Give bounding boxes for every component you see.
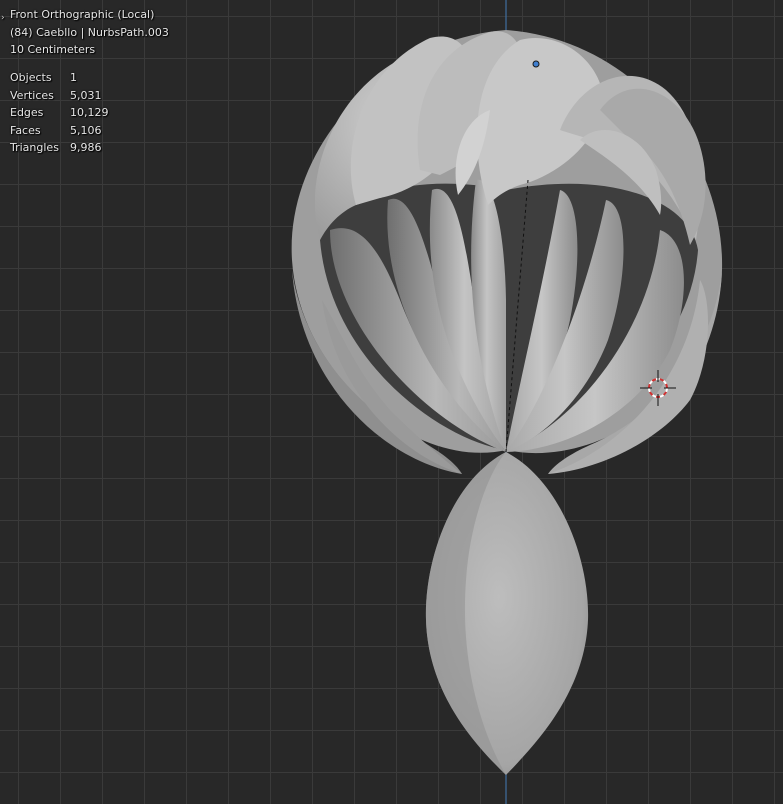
stat-label: Edges xyxy=(10,106,44,119)
stat-label: Vertices xyxy=(10,88,54,102)
collapse-arrow-icon[interactable]: › xyxy=(1,10,5,28)
stat-value: 1 xyxy=(70,71,77,84)
stat-row-edges: Edges 10,129 xyxy=(10,104,109,122)
stat-label: Triangles xyxy=(10,141,59,154)
3d-viewport[interactable]: › Front Orthographic (Local) (84) Caebll… xyxy=(0,0,783,804)
scene-canvas[interactable] xyxy=(0,0,783,804)
scene-statistics: Objects 1 Vertices 5,031 Edges 10,129 Fa… xyxy=(10,69,109,157)
stat-label: Objects xyxy=(10,71,52,84)
stat-row-objects: Objects 1 xyxy=(10,69,109,87)
stat-value: 5,106 xyxy=(70,123,102,137)
object-info: (84) Caebllo | NurbsPath.003 xyxy=(10,25,169,39)
stat-row-faces: Faces 5,106 xyxy=(10,122,109,140)
stat-value: 9,986 xyxy=(70,141,102,154)
object-origin-dot[interactable] xyxy=(532,60,540,68)
view-name: Front Orthographic (Local) xyxy=(10,8,155,21)
stat-label: Faces xyxy=(10,123,41,137)
stat-value: 10,129 xyxy=(70,106,109,119)
grid-scale: 10 Centimeters xyxy=(10,43,96,56)
view-info: Front Orthographic (Local) (84) Caebllo … xyxy=(10,6,169,59)
stat-row-vertices: Vertices 5,031 xyxy=(10,87,109,105)
stat-value: 5,031 xyxy=(70,88,102,102)
stat-row-triangles: Triangles 9,986 xyxy=(10,139,109,157)
